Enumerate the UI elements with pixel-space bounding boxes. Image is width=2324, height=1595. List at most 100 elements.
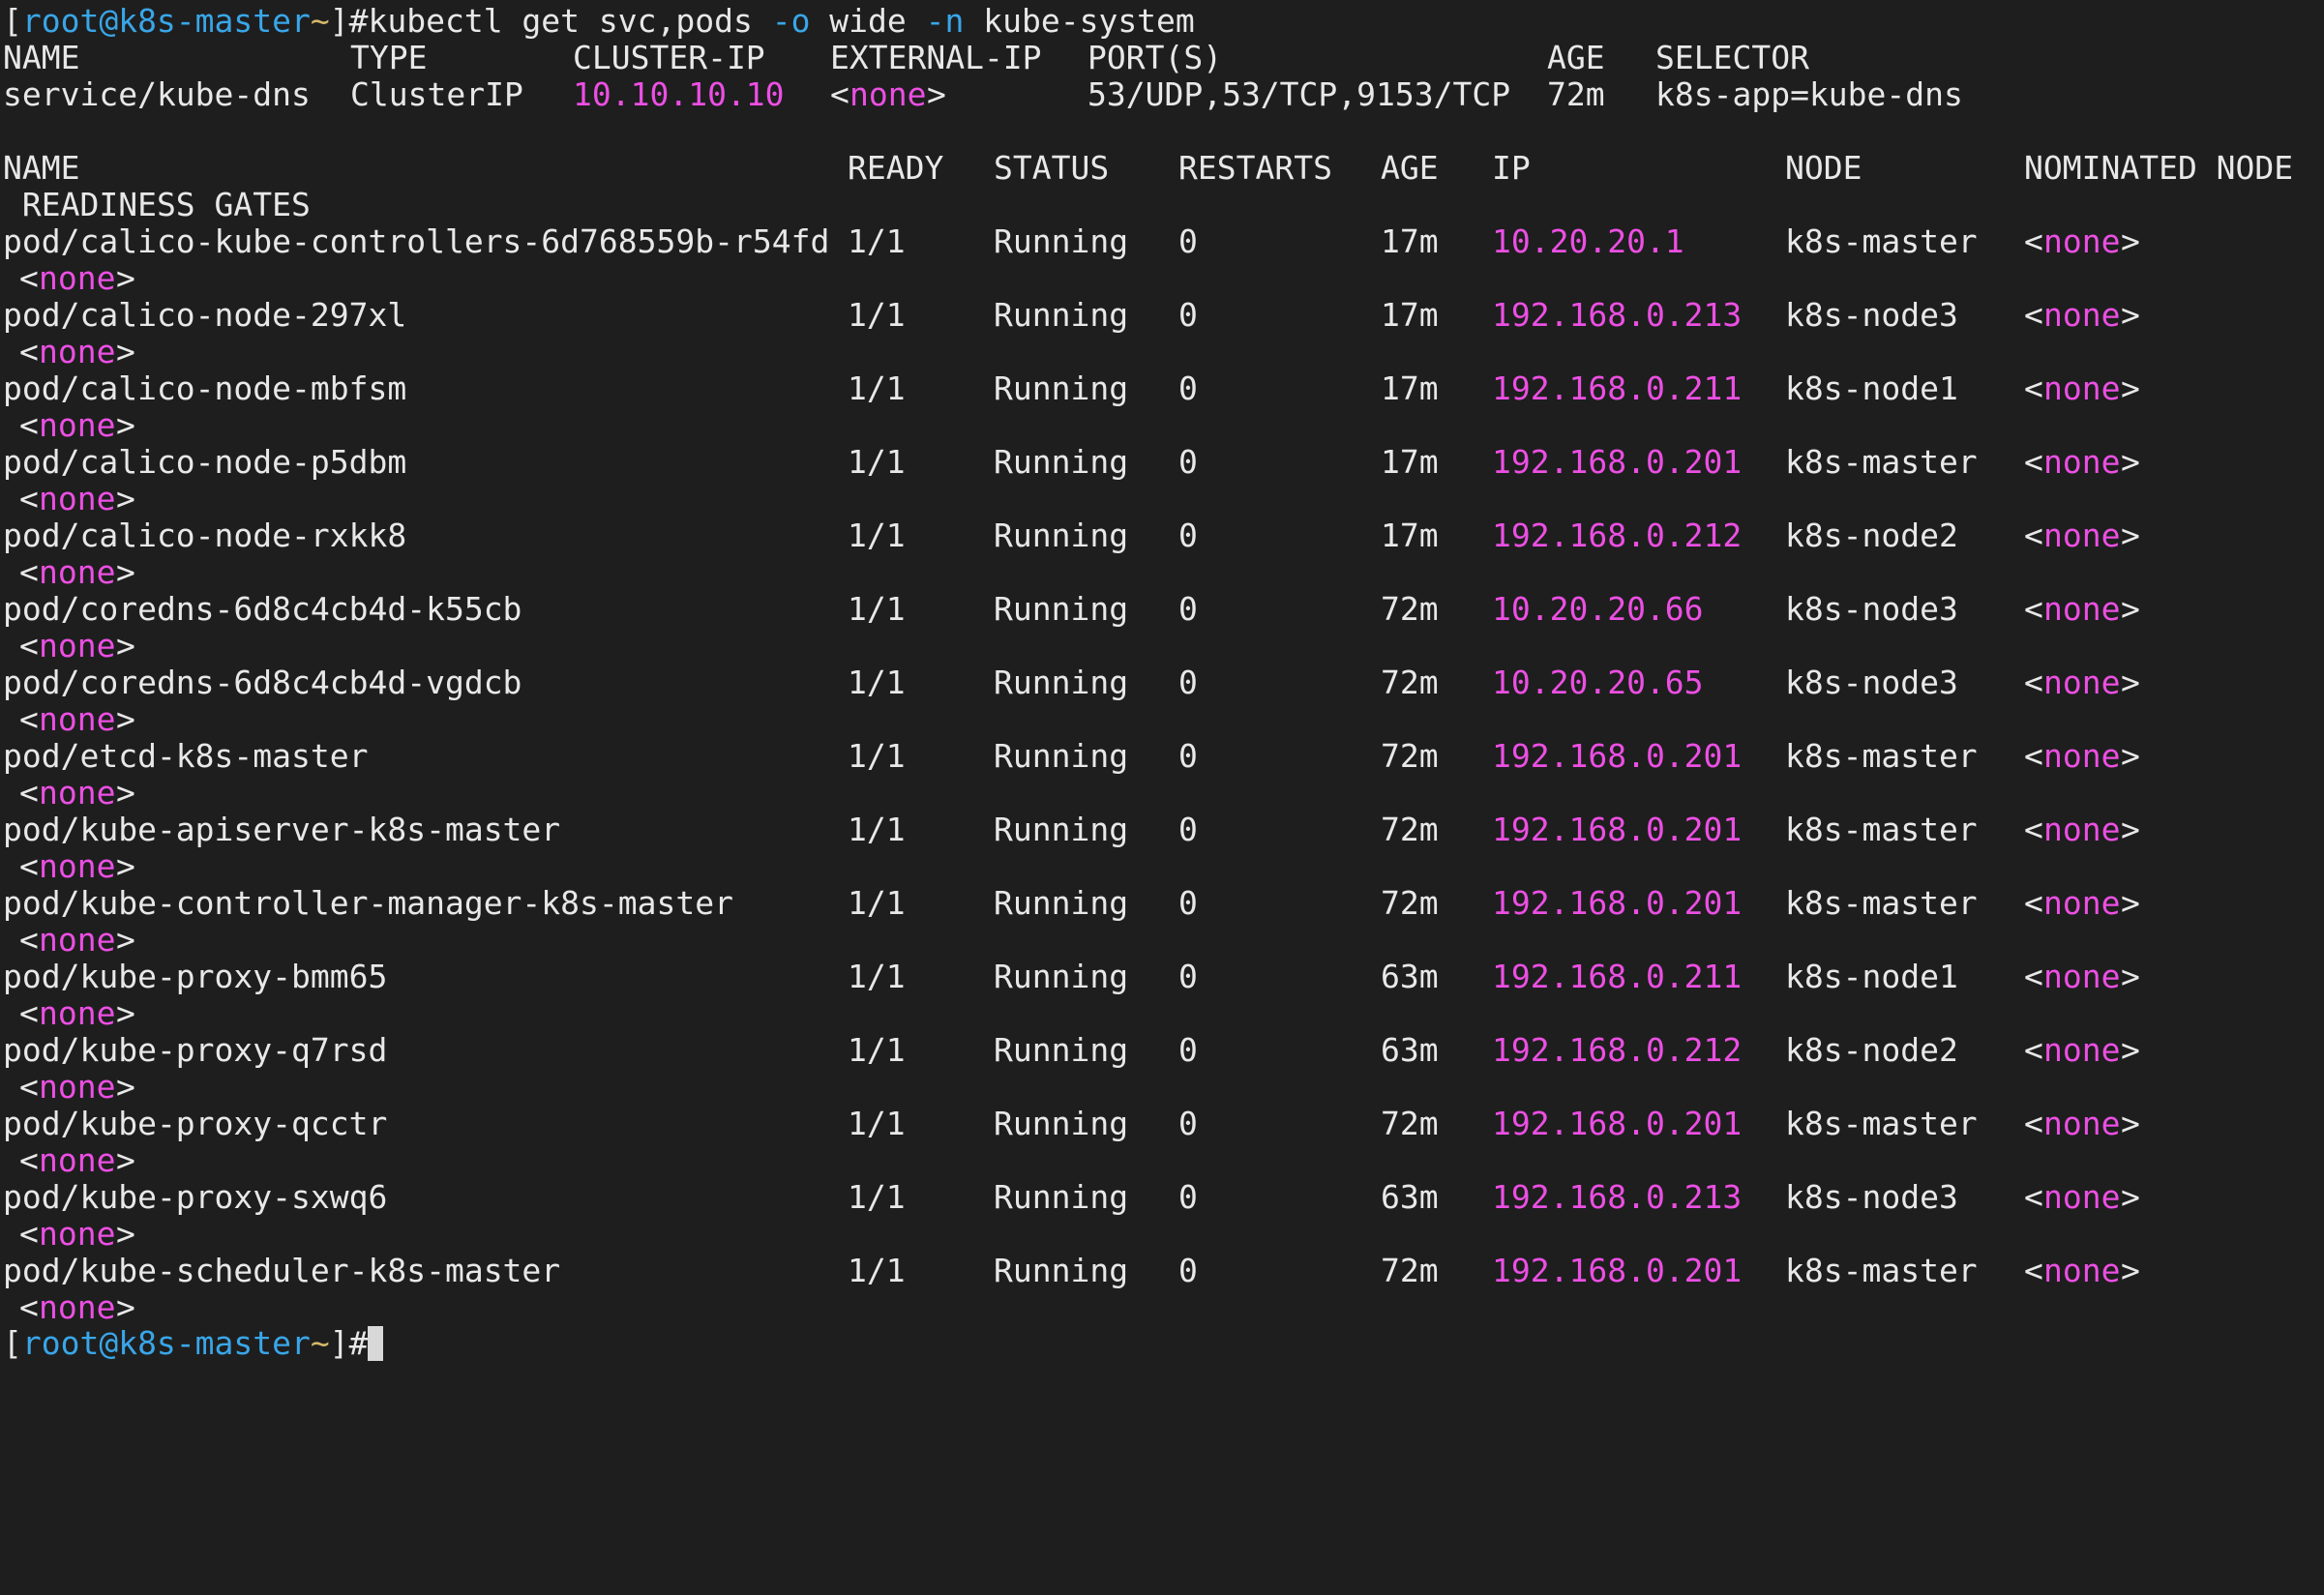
prompt-bracket-open: [	[3, 2, 22, 40]
pod-status: Running	[994, 958, 1129, 995]
pod-node: k8s-master	[1785, 884, 1978, 922]
pod-nominated-open: <	[2024, 1178, 2043, 1216]
pod-readiness-none: none	[39, 1288, 116, 1326]
final-prompt-bracket-open: [	[3, 1324, 22, 1362]
pod-readiness-close: >	[116, 700, 135, 738]
pod-nominated-open: <	[2024, 664, 2043, 701]
pod-ip: 192.168.0.212	[1492, 517, 1743, 554]
pod-nominated-none: none	[2043, 590, 2121, 628]
pod-restarts: 0	[1178, 517, 1198, 554]
svc-header-type: TYPE	[350, 39, 428, 76]
pod-nominated-none: none	[2043, 1031, 2121, 1069]
pod-age: 63m	[1381, 958, 1439, 995]
pod-restarts: 0	[1178, 369, 1198, 407]
command-text-1: kubectl get svc,pods	[368, 2, 772, 40]
pod-readiness-open: <	[19, 259, 39, 297]
pod-nominated-open: <	[2024, 1252, 2043, 1289]
pod-nominated-open: <	[2024, 1031, 2043, 1069]
pod-ip: 192.168.0.213	[1492, 1178, 1743, 1216]
pod-header-ready: READY	[848, 149, 944, 187]
pod-readiness-none: none	[39, 627, 116, 665]
pod-readiness-close: >	[116, 627, 135, 665]
svc-external-close: >	[927, 75, 946, 113]
pod-name: pod/etcd-k8s-master	[3, 737, 369, 775]
pod-name: pod/kube-scheduler-k8s-master	[3, 1252, 561, 1289]
pod-nominated-open: <	[2024, 443, 2043, 481]
pod-nominated-close: >	[2121, 1252, 2140, 1289]
pod-ready: 1/1	[848, 1252, 906, 1289]
pod-header-readiness-gates: READINESS GATES	[3, 186, 311, 223]
svc-header-row: NAME TYPE CLUSTER-IP EXTERNAL-IP PORT(S)…	[0, 39, 2324, 77]
pod-ip: 192.168.0.212	[1492, 1031, 1743, 1069]
pod-ip: 192.168.0.201	[1492, 1105, 1743, 1142]
pod-row-readiness: < none >	[0, 700, 2324, 739]
pod-header-age: AGE	[1381, 149, 1439, 187]
pod-status: Running	[994, 884, 1129, 922]
svc-header-external-ip: EXTERNAL-IP	[830, 39, 1042, 76]
pod-status: Running	[994, 811, 1129, 848]
pod-nominated-close: >	[2121, 1178, 2140, 1216]
pod-nominated-none: none	[2043, 369, 2121, 407]
pod-node: k8s-node1	[1785, 369, 1958, 407]
command-text-3: kube-system	[964, 2, 1195, 40]
pod-age: 17m	[1381, 222, 1439, 260]
pod-nominated-none: none	[2043, 296, 2121, 334]
pod-ready: 1/1	[848, 1031, 906, 1069]
pod-readiness-open: <	[19, 553, 39, 591]
pod-nominated-open: <	[2024, 590, 2043, 628]
pod-nominated-open: <	[2024, 296, 2043, 334]
pod-ready: 1/1	[848, 443, 906, 481]
svc-external-none: none	[849, 75, 927, 113]
pod-nominated-close: >	[2121, 811, 2140, 848]
pod-status: Running	[994, 517, 1129, 554]
prompt-user-host: root@k8s-master	[21, 2, 311, 40]
pod-row: pod/calico-node-p5dbm 1/1 Running 0 17m 192.1…	[0, 443, 2324, 482]
pod-restarts: 0	[1178, 1178, 1198, 1216]
pod-ip: 10.20.20.65	[1492, 664, 1704, 701]
pod-row-readiness: < none >	[0, 847, 2324, 886]
pod-restarts: 0	[1178, 664, 1198, 701]
pod-node: k8s-node2	[1785, 517, 1958, 554]
svc-cluster-ip: 10.10.10.10	[573, 75, 785, 113]
pod-readiness-none: none	[39, 1141, 116, 1179]
pod-ready: 1/1	[848, 664, 906, 701]
pod-age: 17m	[1381, 443, 1439, 481]
pod-age: 72m	[1381, 590, 1439, 628]
pod-name: pod/kube-proxy-q7rsd	[3, 1031, 388, 1069]
pod-restarts: 0	[1178, 296, 1198, 334]
pod-nominated-close: >	[2121, 1105, 2140, 1142]
pod-nominated-open: <	[2024, 884, 2043, 922]
pod-nominated-none: none	[2043, 443, 2121, 481]
pod-row: pod/calico-node-rxkk8 1/1 Running 0 17m 192.1…	[0, 517, 2324, 555]
pod-nominated-open: <	[2024, 517, 2043, 554]
pod-nominated-none: none	[2043, 1105, 2121, 1142]
pod-name: pod/calico-node-297xl	[3, 296, 407, 334]
pod-row: pod/calico-node-mbfsm 1/1 Running 0 17m 192.1…	[0, 369, 2324, 408]
pod-readiness-close: >	[116, 259, 135, 297]
pod-readiness-close: >	[116, 1141, 135, 1179]
svc-selector: k8s-app=kube-dns	[1655, 75, 1963, 113]
pod-ready: 1/1	[848, 1178, 906, 1216]
svc-header-selector: SELECTOR	[1655, 39, 1809, 76]
pod-readiness-none: none	[39, 847, 116, 885]
pod-readiness-open: <	[19, 994, 39, 1032]
pod-node: k8s-node3	[1785, 664, 1958, 701]
pod-node: k8s-master	[1785, 1252, 1978, 1289]
pod-nominated-open: <	[2024, 958, 2043, 995]
pod-readiness-none: none	[39, 1215, 116, 1253]
pod-ready: 1/1	[848, 222, 906, 260]
pod-nominated-none: none	[2043, 811, 2121, 848]
pod-ip: 192.168.0.201	[1492, 443, 1743, 481]
pod-restarts: 0	[1178, 884, 1198, 922]
final-prompt-line[interactable]: [ root@k8s-master ~ ]#	[0, 1324, 2324, 1363]
pod-nominated-close: >	[2121, 958, 2140, 995]
pod-status: Running	[994, 222, 1129, 260]
terminal-window[interactable]: [ root@k8s-master ~ ]# kubectl get svc,p…	[0, 0, 2324, 1385]
pod-ip: 10.20.20.66	[1492, 590, 1704, 628]
pod-nominated-close: >	[2121, 296, 2140, 334]
pod-nominated-open: <	[2024, 1105, 2043, 1142]
pod-age: 17m	[1381, 517, 1439, 554]
pod-readiness-open: <	[19, 406, 39, 444]
pod-name: pod/kube-apiserver-k8s-master	[3, 811, 561, 848]
pod-ready: 1/1	[848, 958, 906, 995]
